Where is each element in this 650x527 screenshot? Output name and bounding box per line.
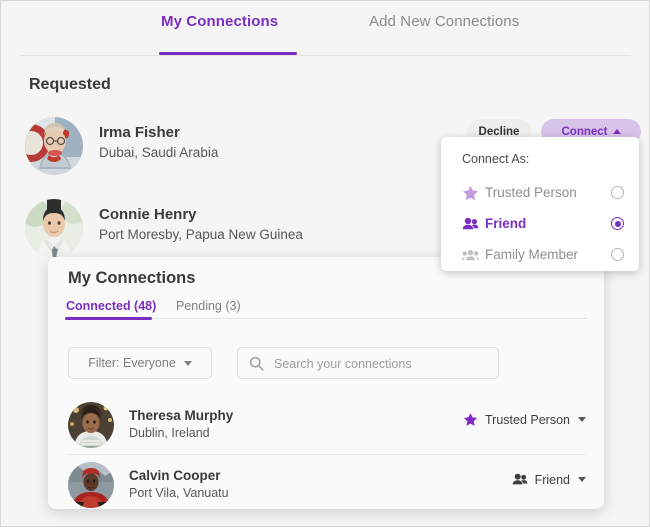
two-people-icon bbox=[512, 472, 528, 487]
connection-role-badge[interactable]: Trusted Person bbox=[463, 412, 586, 427]
my-connections-modal: My Connections Connected (48) Pending (3… bbox=[48, 257, 604, 509]
search-input[interactable] bbox=[272, 348, 496, 380]
radio-button[interactable] bbox=[611, 248, 624, 261]
radio-button[interactable] bbox=[611, 217, 624, 230]
chevron-down-icon bbox=[578, 417, 586, 422]
connect-as-option-family-member[interactable]: Family Member bbox=[441, 239, 639, 270]
avatar bbox=[68, 402, 114, 448]
avatar bbox=[68, 462, 114, 508]
connection-name: Theresa Murphy bbox=[129, 408, 234, 423]
connection-role-label: Trusted Person bbox=[485, 412, 570, 427]
person-location: Port Moresby, Papua New Guinea bbox=[99, 227, 303, 242]
filter-dropdown-button[interactable]: Filter: Everyone bbox=[68, 347, 212, 379]
connect-as-option-label: Friend bbox=[485, 216, 527, 231]
connection-role-badge[interactable]: Friend bbox=[512, 472, 586, 487]
connect-as-option-label: Family Member bbox=[485, 247, 579, 262]
connection-location: Dublin, Ireland bbox=[129, 426, 210, 440]
search-icon bbox=[249, 356, 264, 371]
connection-role-label: Friend bbox=[534, 472, 570, 487]
connect-as-dropdown: Connect As: Trusted Person Friend Family… bbox=[441, 137, 639, 271]
avatar bbox=[25, 117, 83, 175]
connect-as-option-label: Trusted Person bbox=[485, 185, 577, 200]
connection-row: Theresa Murphy Dublin, Ireland Trusted P… bbox=[48, 395, 604, 455]
person-name: Connie Henry bbox=[99, 206, 197, 223]
avatar bbox=[25, 199, 83, 257]
radio-button[interactable] bbox=[611, 186, 624, 199]
app-window: My Connections Add New Connections Reque… bbox=[0, 0, 650, 527]
chevron-down-icon bbox=[578, 477, 586, 482]
top-tab-bar: My Connections Add New Connections bbox=[1, 1, 649, 56]
search-field-wrapper bbox=[237, 347, 499, 380]
modal-tab-pending[interactable]: Pending (3) bbox=[176, 299, 241, 313]
star-icon bbox=[462, 185, 479, 201]
person-name: Irma Fisher bbox=[99, 124, 180, 141]
connection-location: Port Vila, Vanuatu bbox=[129, 486, 229, 500]
connect-button-label: Connect bbox=[561, 125, 608, 138]
active-tab-indicator bbox=[159, 52, 297, 55]
chevron-up-icon bbox=[612, 129, 621, 134]
connect-as-label: Connect As: bbox=[462, 152, 530, 166]
modal-title: My Connections bbox=[68, 269, 196, 287]
requested-heading: Requested bbox=[29, 76, 111, 93]
chevron-down-icon bbox=[183, 360, 192, 366]
connection-name: Calvin Cooper bbox=[129, 468, 221, 483]
three-people-icon bbox=[462, 247, 479, 263]
connect-as-option-friend[interactable]: Friend bbox=[441, 208, 639, 239]
modal-tab-connected[interactable]: Connected (48) bbox=[66, 299, 156, 313]
tab-my-connections[interactable]: My Connections bbox=[161, 13, 278, 30]
modal-active-tab-indicator bbox=[65, 317, 152, 320]
connection-row: Calvin Cooper Port Vila, Vanuatu Friend bbox=[48, 455, 604, 509]
person-location: Dubai, Saudi Arabia bbox=[99, 145, 219, 160]
connect-as-option-trusted-person[interactable]: Trusted Person bbox=[441, 177, 639, 208]
star-icon bbox=[463, 412, 478, 427]
two-people-icon bbox=[462, 216, 479, 232]
filter-label: Filter: Everyone bbox=[88, 356, 176, 370]
tab-add-new-connections[interactable]: Add New Connections bbox=[369, 13, 519, 30]
